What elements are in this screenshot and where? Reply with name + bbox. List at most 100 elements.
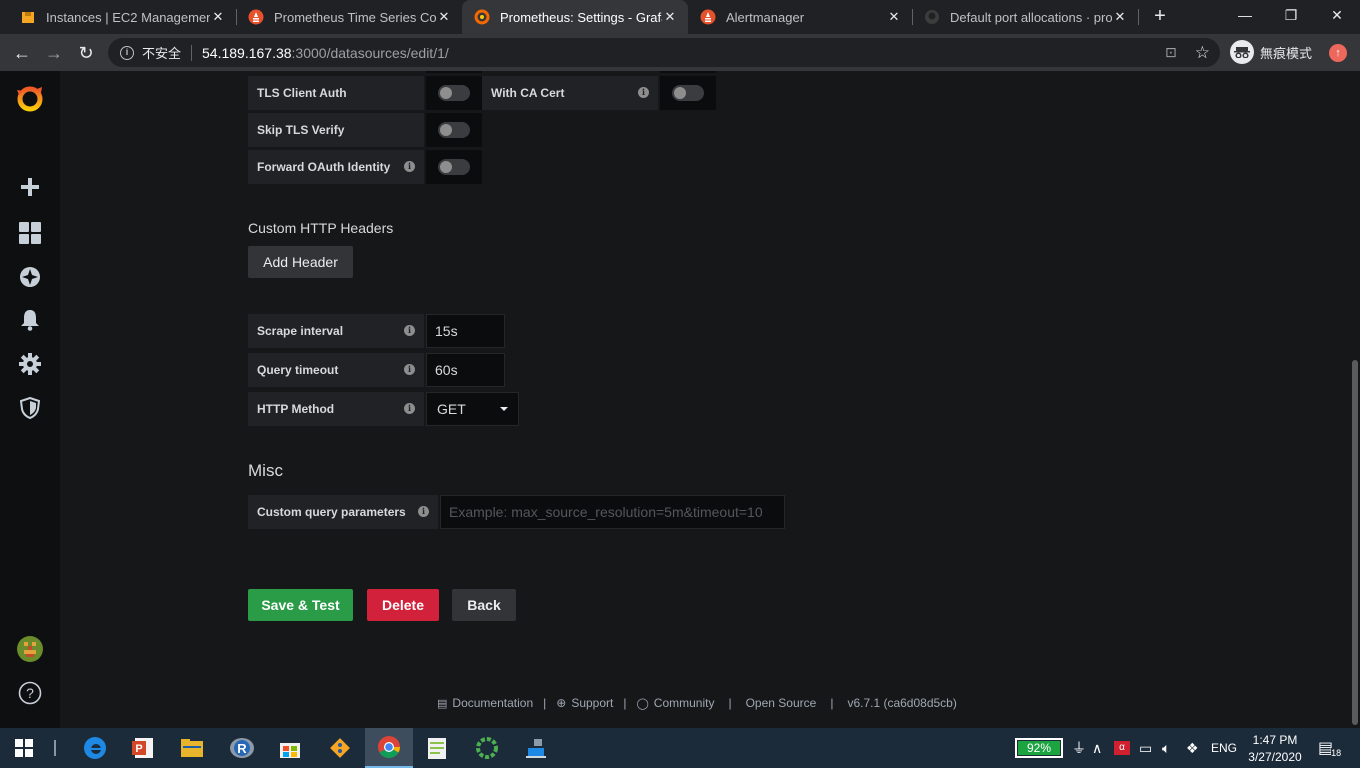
close-icon[interactable]: ✕: [662, 9, 678, 25]
tab-grafana[interactable]: Prometheus: Settings - Grafana ✕: [462, 0, 688, 34]
powerpoint-icon[interactable]: P: [119, 728, 167, 768]
volume-icon[interactable]: 🔈︎: [1162, 728, 1170, 768]
close-icon[interactable]: ✕: [436, 9, 452, 25]
update-icon[interactable]: ↑: [1329, 44, 1347, 62]
address-bar[interactable]: i 不安全 54.189.167.38 :3000/datasources/ed…: [108, 38, 1220, 67]
info-icon[interactable]: i: [404, 161, 415, 172]
grafana-logo-icon[interactable]: [15, 83, 45, 113]
power-icon[interactable]: ▭: [1139, 728, 1152, 768]
incognito-indicator[interactable]: 無痕模式: [1230, 40, 1312, 64]
support-link[interactable]: Support: [571, 696, 613, 710]
svg-text:R: R: [237, 741, 247, 756]
tab-prometheus[interactable]: Prometheus Time Series Collec ✕: [236, 0, 462, 34]
forward-oauth-row: Forward OAuth Identity i: [248, 150, 482, 184]
scrape-interval-label: Scrape interval i: [248, 314, 424, 348]
loading-circle-icon[interactable]: [463, 728, 511, 768]
scrape-interval-input[interactable]: 15s: [426, 314, 505, 348]
tab-ec2[interactable]: Instances | EC2 Management C ✕: [8, 0, 236, 34]
network-tool-icon[interactable]: [512, 728, 560, 768]
close-icon[interactable]: ✕: [210, 9, 226, 25]
skip-tls-verify-row: Skip TLS Verify: [248, 113, 482, 147]
reload-icon[interactable]: ↻: [73, 40, 99, 66]
scrape-interval-row: Scrape interval i 15s: [248, 314, 505, 348]
open-source-link[interactable]: Open Source: [746, 696, 817, 710]
dropbox-icon[interactable]: ❖: [1186, 728, 1199, 768]
forward-oauth-toggle[interactable]: [438, 159, 470, 175]
skip-tls-verify-toggle[interactable]: [438, 122, 470, 138]
svg-text:?: ?: [26, 685, 34, 701]
explore-icon[interactable]: [15, 262, 45, 292]
star-icon[interactable]: ☆: [1195, 43, 1210, 63]
query-timeout-input[interactable]: 60s: [426, 353, 505, 387]
with-ca-cert-label: With CA Cert i: [482, 76, 658, 110]
close-icon[interactable]: ✕: [1112, 9, 1128, 25]
language-indicator[interactable]: ENG: [1211, 728, 1237, 768]
antivirus-icon[interactable]: α: [1114, 728, 1130, 768]
bell-icon[interactable]: [15, 305, 45, 335]
clock[interactable]: 1:47 PM 3/27/2020: [1246, 728, 1304, 768]
back-arrow-icon[interactable]: ←: [9, 40, 35, 66]
info-icon[interactable]: i: [404, 325, 415, 336]
with-ca-cert-toggle[interactable]: [672, 85, 704, 101]
comments-icon: ◯: [636, 697, 649, 710]
svg-text:P: P: [135, 743, 142, 755]
misc-title: Misc: [248, 461, 283, 480]
grafana-sidemenu: ?: [0, 71, 60, 728]
task-view-icon[interactable]: [54, 740, 56, 756]
file-explorer-icon[interactable]: [168, 728, 216, 768]
info-icon[interactable]: i: [404, 403, 415, 414]
gear-icon[interactable]: [15, 349, 45, 379]
r-icon[interactable]: R: [218, 728, 266, 768]
add-header-button[interactable]: Add Header: [248, 246, 353, 278]
close-window-icon[interactable]: ✕: [1314, 0, 1360, 34]
with-ca-cert-switch-box: [660, 76, 716, 110]
tab-separator: [1138, 9, 1139, 25]
windows-start-icon[interactable]: [0, 728, 48, 768]
edge-icon[interactable]: [71, 728, 119, 768]
shield-icon[interactable]: [15, 393, 45, 423]
chrome-icon[interactable]: [365, 728, 413, 768]
chevron-up-icon[interactable]: ∧: [1092, 728, 1102, 768]
tab-github[interactable]: Default port allocations · prom ✕: [912, 0, 1138, 34]
http-method-row: HTTP Method i GET: [248, 392, 519, 426]
minimize-icon[interactable]: —: [1222, 0, 1268, 34]
http-method-select[interactable]: GET: [426, 392, 519, 426]
support-icon: ⊕: [556, 696, 567, 710]
footer: ▤ Documentation | ⊕ Support | ◯ Communit…: [437, 696, 957, 710]
store-icon[interactable]: [266, 728, 314, 768]
help-icon[interactable]: ?: [15, 678, 45, 708]
query-timeout-row: Query timeout i 60s: [248, 353, 505, 387]
github-icon: [924, 9, 940, 25]
tls-client-auth-label: TLS Client Auth: [248, 76, 424, 110]
git-icon[interactable]: [316, 728, 364, 768]
tab-alertmanager[interactable]: Alertmanager ✕: [688, 0, 912, 34]
caret-down-icon: [500, 407, 508, 411]
close-icon[interactable]: ✕: [886, 9, 902, 25]
info-icon[interactable]: i: [638, 87, 649, 98]
save-test-button[interactable]: Save & Test: [248, 589, 353, 621]
new-tab-icon[interactable]: +: [1148, 4, 1172, 28]
dashboards-icon[interactable]: [15, 218, 45, 248]
page-scrollbar[interactable]: [1352, 360, 1358, 725]
security-label: 不安全: [142, 46, 182, 61]
community-link[interactable]: Community: [654, 696, 715, 710]
info-icon[interactable]: i: [120, 45, 134, 60]
battery-indicator[interactable]: 92%: [1015, 728, 1063, 768]
info-icon[interactable]: i: [418, 506, 429, 517]
back-button[interactable]: Back: [452, 589, 516, 621]
version-label: v6.7.1 (ca6d08d5cb): [847, 696, 957, 710]
notepad-plus-icon[interactable]: [413, 728, 461, 768]
documentation-link[interactable]: Documentation: [452, 696, 533, 710]
document-icon: ▤: [437, 697, 448, 710]
forward-arrow-icon[interactable]: →: [41, 40, 67, 66]
custom-query-input[interactable]: Example: max_source_resolution=5m&timeou…: [440, 495, 785, 529]
delete-button[interactable]: Delete: [367, 589, 439, 621]
battery-level: 92%: [1018, 741, 1060, 755]
info-icon[interactable]: i: [404, 364, 415, 375]
avatar[interactable]: [15, 634, 45, 664]
translate-icon[interactable]: ⊡: [1165, 44, 1177, 61]
plus-icon[interactable]: [15, 172, 45, 202]
restore-icon[interactable]: ❐: [1268, 0, 1314, 34]
notification-center-icon[interactable]: ▤ 18: [1318, 728, 1342, 768]
tls-client-auth-toggle[interactable]: [438, 85, 470, 101]
